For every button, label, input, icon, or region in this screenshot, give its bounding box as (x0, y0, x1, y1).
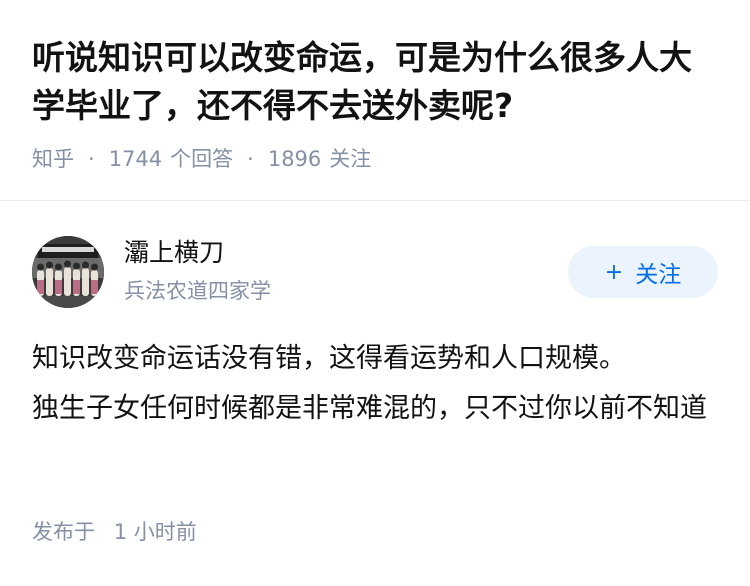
source-label[interactable]: 知乎 (32, 144, 74, 174)
author-name[interactable]: 灞上横刀 (124, 236, 224, 270)
plus-icon: + (604, 259, 624, 285)
answers-label: 个回答 (170, 147, 234, 171)
posted-info: 发布于 1 小时前 (32, 516, 197, 548)
answers-count: 1744 (108, 147, 163, 171)
posted-time: 1 小时前 (113, 520, 197, 544)
meta-separator: · (247, 147, 254, 171)
question-meta: 知乎 · 1744 个回答 · 1896 关注 (32, 144, 722, 174)
avatar-image (32, 236, 104, 308)
posted-label: 发布于 (32, 520, 95, 544)
author-bio: 兵法农道四家学 (124, 279, 271, 303)
question-header: 听说知识可以改变命运，可是为什么很多人大学毕业了，还不得不去送外卖呢? 知乎 ·… (32, 34, 722, 174)
group-photo-avatar[interactable] (32, 236, 104, 308)
section-divider (0, 200, 750, 201)
followers-label: 关注 (329, 147, 372, 171)
followers-count: 1896 (267, 147, 322, 171)
answer-content[interactable]: 知识改变命运话没有错，这得看运势和人口规模。 独生子女任何时候都是非常难混的，只… (32, 334, 722, 434)
follow-button[interactable]: + 关注 (568, 246, 718, 298)
meta-separator: · (88, 147, 95, 171)
author-row: 灞上横刀 兵法农道四家学 + 关注 (32, 236, 718, 308)
question-title[interactable]: 听说知识可以改变命运，可是为什么很多人大学毕业了，还不得不去送外卖呢? (32, 34, 722, 130)
follow-label: 关注 (635, 262, 682, 288)
